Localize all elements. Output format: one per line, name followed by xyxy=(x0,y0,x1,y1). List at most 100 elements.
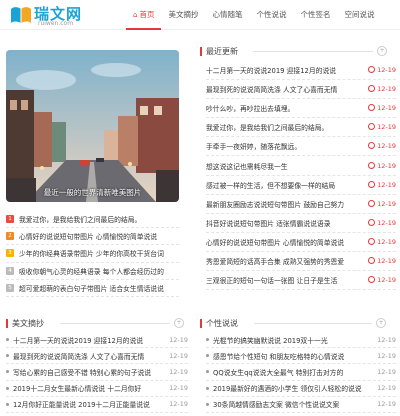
list-item-title: 抖音好说说短句带图片 适张情霸说说语录 xyxy=(206,219,331,228)
section-bar xyxy=(200,318,202,328)
rank-badge: 1 xyxy=(6,215,14,224)
list-item[interactable]: 2 心情好的说说短句带图片 心情愉悦的简单说说 xyxy=(6,228,179,246)
bullet-icon xyxy=(6,386,9,390)
list-item[interactable]: 光棍节的搞笑幽默说说 2019双十一光 12-19 xyxy=(206,332,396,349)
list-item[interactable]: 最现到死的说说简简洗涤 人文了心喜而无情 12-19 xyxy=(206,80,396,100)
list-item-date: 12-19 xyxy=(377,367,396,376)
list-item[interactable]: 5 超可爱超萌的表白句子带图片 适合女生情话说说 xyxy=(6,280,179,297)
street-photo xyxy=(6,50,179,202)
bullet-icon xyxy=(6,402,9,406)
bullet-icon xyxy=(206,370,209,374)
list-item[interactable]: 吵什么吵，再吵拉出去填埋。 12-19 xyxy=(206,99,396,119)
list-item[interactable]: 感恩节给个性短句 和朋友吃格特的心情说说 12-19 xyxy=(206,348,396,365)
nav-gexing-shuoshuo[interactable]: 个性说说 xyxy=(249,0,293,30)
list-item-title: 想这说这记也需耗尽我一生 xyxy=(206,162,288,171)
logo-domain: ruiwen.com xyxy=(38,20,74,27)
bullet-icon xyxy=(206,402,209,406)
list-item[interactable]: 最新朋友圈励志说说短句带图片 鼓励自己努力 12-19 xyxy=(206,195,396,214)
list-item-date: 12-19 xyxy=(366,123,396,131)
nav-meiwen[interactable]: 美文摘抄 xyxy=(161,0,205,30)
list-item-date: 12-19 xyxy=(366,104,396,112)
list-item-date: 12-19 xyxy=(366,276,396,284)
clock-icon xyxy=(368,123,376,131)
list-item-title: 吸收你朝气心灵的经典语录 每个人都会经历过的 xyxy=(19,267,164,276)
more-icon[interactable]: + xyxy=(376,318,386,328)
list-item[interactable]: 4 吸收你朝气心灵的经典语录 每个人都会经历过的 xyxy=(6,263,179,280)
list-item[interactable]: 三观很正的短句一句话一张图 让日子是生活 12-19 xyxy=(206,271,396,291)
bullet-icon xyxy=(6,354,9,358)
clock-icon xyxy=(368,104,376,112)
list-item-date: 12-19 xyxy=(169,400,188,409)
list-item-date: 12-19 xyxy=(366,161,396,170)
list-item[interactable]: 抖音好说说短句带图片 适张情霸说说语录 12-19 xyxy=(206,214,396,233)
list-item-date: 12-19 xyxy=(366,218,396,227)
more-icon[interactable]: + xyxy=(377,46,387,56)
list-item-title: QQ说女生qq说说大全最气 特别打击对方的 xyxy=(213,368,344,377)
list-item[interactable]: 十二月第一天的说说2019 迎接12月的说说 12-19 xyxy=(206,61,396,81)
nav-home[interactable]: ⌂ 首页 xyxy=(126,0,162,30)
bullet-icon xyxy=(6,338,9,342)
nav-label: 空间说说 xyxy=(344,10,375,19)
nav-label: 个性签名 xyxy=(300,10,331,19)
list-item[interactable]: 想这说这记也需耗尽我一生 12-19 xyxy=(206,156,396,176)
list-item-date: 12-19 xyxy=(377,400,396,409)
list-item-title: 吵什么吵，再吵拉出去填埋。 xyxy=(206,105,295,114)
list-item-date: 12-19 xyxy=(366,237,396,246)
list-item-title: 十二月第一天的说说2019 迎接12月的说说 xyxy=(206,67,337,76)
list-item-title: 十二月第一天的说说2019 迎接12月的说说 xyxy=(13,336,144,345)
list-item[interactable]: 2019十二月女生最新心情说说 十二月你好 12-19 xyxy=(6,381,188,397)
list-item[interactable]: 写给心累的自己感受不错 特别心累的句子说说 12-19 xyxy=(6,364,188,381)
list-item[interactable]: 3 少年的你经典语录带图片 少年的你高校干货台词 xyxy=(6,245,179,263)
rank-badge: 3 xyxy=(6,249,14,258)
nav-gexing-qianming[interactable]: 个性签名 xyxy=(293,0,337,30)
list-item[interactable]: 2019最新好的遇酒的小学生 领仅引人轻松的说说 12-19 xyxy=(206,381,396,397)
list-item[interactable]: 十二月第一天的说说2019 迎接12月的说说 12-19 xyxy=(6,332,188,349)
list-item-title: 心情好的说说短句带图片 心情愉悦的简单说说 xyxy=(206,238,345,247)
list-item-date: 12-19 xyxy=(377,351,396,360)
divider xyxy=(253,51,373,52)
list-item[interactable]: 手牵手一夜妍婷，随落花飘远。 12-19 xyxy=(206,137,396,157)
clock-icon xyxy=(368,180,376,188)
list-item[interactable]: 感过被一样的生活，但不想要像一样的结局 12-19 xyxy=(206,176,396,195)
list-item[interactable]: 12月你好正能量说说 2019十二月正能量说说 12-19 xyxy=(6,397,188,413)
nav-kongjian[interactable]: 空间说说 xyxy=(337,0,381,30)
clock-icon xyxy=(368,85,376,93)
list-item[interactable]: 30条简越情感励志文案 微信个性说说文案 12-19 xyxy=(206,397,396,413)
rank-badge: 5 xyxy=(6,283,14,292)
clock-icon xyxy=(368,276,376,284)
divider xyxy=(254,323,372,324)
clock-icon xyxy=(368,142,376,150)
hot-list: 1 我爱过你，是我给我们之间最后的结局。 2 心情好的说说短句带图片 心情愉悦的简单… xyxy=(6,211,179,297)
list-item-date: 12-19 xyxy=(366,142,396,150)
section-title-text: 美文摘抄 xyxy=(12,318,44,328)
list-item-title: 2019最新好的遇酒的小学生 领仅引人轻松的说说 xyxy=(213,385,362,394)
featured-caption: 最近一般的世界清新唯美图片 xyxy=(43,188,142,197)
rank-badge: 2 xyxy=(6,232,14,241)
list-item[interactable]: 我爱过你，是我给我们之间最后的结局。 12-19 xyxy=(206,118,396,138)
featured-image[interactable]: 最近一般的世界清新唯美图片 xyxy=(6,50,179,202)
list-item[interactable]: 1 我爱过你，是我给我们之间最后的结局。 xyxy=(6,211,179,229)
clock-icon xyxy=(368,66,376,74)
list-item[interactable]: 秀恩爱简短的话高手合集 成熟又强势的秀恩爱 12-19 xyxy=(206,252,396,272)
section-bar xyxy=(6,318,8,328)
list-item-date: 12-19 xyxy=(366,180,396,189)
list-item[interactable]: QQ说女生qq说说大全最气 特别打击对方的 12-19 xyxy=(206,364,396,381)
nav-label: 心情随笔 xyxy=(212,10,243,19)
list-item[interactable]: 心情好的说说短句带图片 心情愉悦的简单说说 12-19 xyxy=(206,233,396,252)
list-item-date: 12-19 xyxy=(366,199,396,208)
main-nav: ⌂ 首页 美文摘抄 心情随笔 个性说说 个性签名 空间说说 xyxy=(126,0,381,30)
nav-xinqing[interactable]: 心情随笔 xyxy=(205,0,249,30)
list-item-title: 最现到死的说说简简洗涤 人文了心喜而无情 xyxy=(13,352,145,361)
list-item-title: 30条简越情感励志文案 微信个性说说文案 xyxy=(213,401,340,410)
list-item-title: 我爱过你，是我给我们之间最后的结局。 xyxy=(19,216,142,225)
more-icon[interactable]: + xyxy=(174,318,184,328)
bullet-icon xyxy=(206,354,209,358)
site-header: 瑞文网 ruiwen.com ⌂ 首页 美文摘抄 心情随笔 个性说说 个性签名 空… xyxy=(0,0,400,30)
list-item-title: 感恩节给个性短句 和朋友吃格特的心情说说 xyxy=(213,352,345,361)
list-item-date: 12-19 xyxy=(169,351,188,360)
nav-label: 首页 xyxy=(139,10,155,19)
clock-icon xyxy=(368,256,376,264)
site-logo[interactable]: 瑞文网 ruiwen.com xyxy=(10,3,105,29)
bullet-icon xyxy=(6,370,9,374)
list-item[interactable]: 最现到死的说说简简洗涤 人文了心喜而无情 12-19 xyxy=(6,348,188,365)
